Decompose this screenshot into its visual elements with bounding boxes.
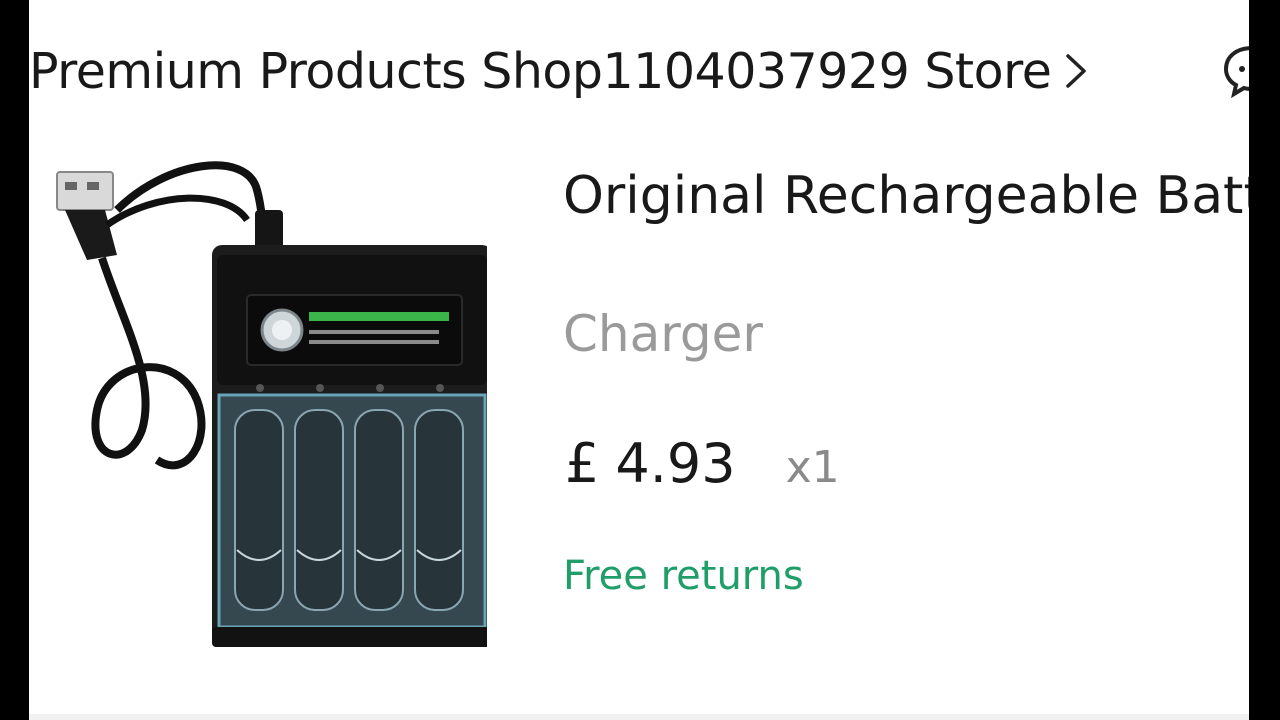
product-quantity: x1 — [785, 442, 840, 493]
store-name[interactable]: Premium Products Shop1104037929 Store — [29, 43, 1052, 100]
chat-bubble-icon[interactable] — [1222, 42, 1249, 98]
product-variant: Charger — [563, 305, 763, 363]
currency-symbol: £ — [565, 432, 600, 495]
order-item-card: Premium Products Shop1104037929 Store Or… — [29, 0, 1249, 720]
free-returns-label: Free returns — [563, 553, 804, 599]
price-row: £ 4.93 x1 — [565, 432, 840, 502]
product-image[interactable] — [47, 150, 487, 655]
product-price: 4.93 — [615, 432, 736, 495]
usb-plug-icon — [56, 171, 117, 260]
divider — [29, 714, 1249, 720]
product-title[interactable]: Original Rechargeable Batt — [563, 166, 1249, 226]
chevron-right-icon[interactable] — [1063, 51, 1089, 91]
store-link[interactable]: Premium Products Shop1104037929 Store — [29, 38, 1089, 104]
